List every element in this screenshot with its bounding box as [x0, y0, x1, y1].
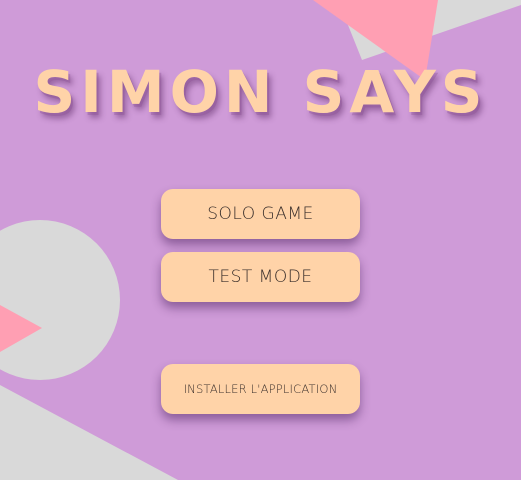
test-mode-button[interactable]: TEST MODE	[161, 252, 360, 302]
grey-triangle-bottom-left	[0, 385, 178, 480]
solo-game-button[interactable]: SOLO GAME	[161, 189, 360, 239]
game-title: SIMON SAYS	[33, 58, 488, 126]
grey-circle-left	[0, 220, 120, 380]
install-app-button[interactable]: INSTALLER L'APPLICATION	[161, 364, 360, 414]
